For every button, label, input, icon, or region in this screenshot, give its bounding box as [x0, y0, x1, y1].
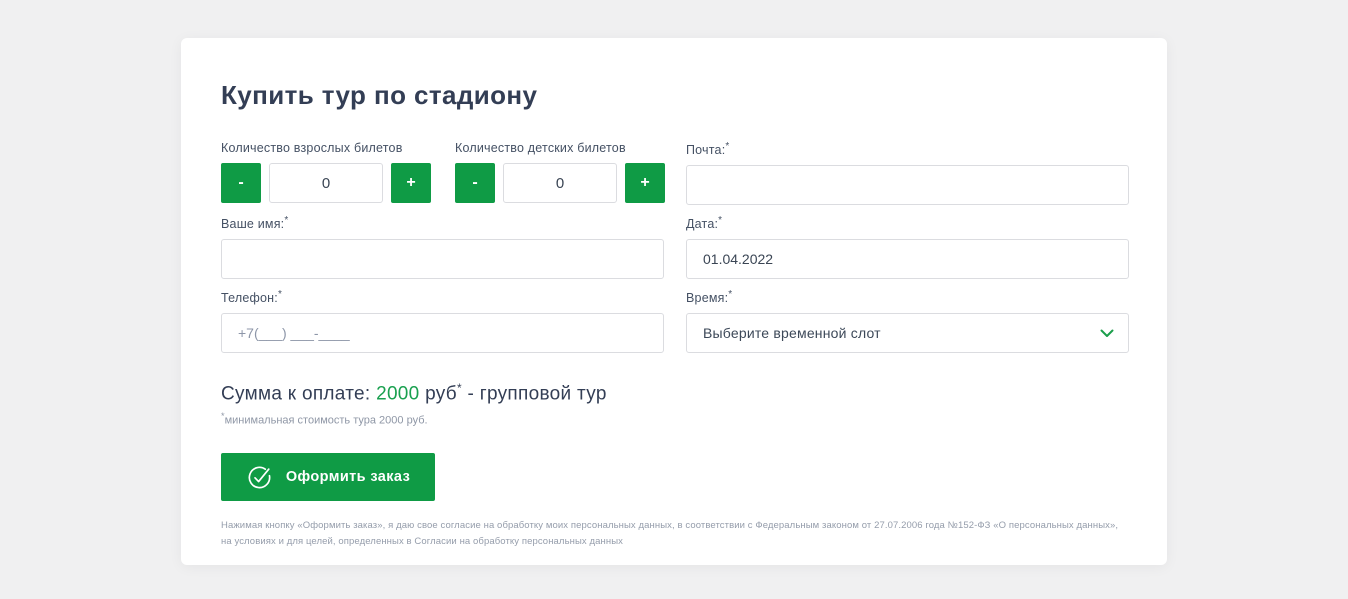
email-field-group: Почта:*: [686, 141, 1129, 205]
chevron-down-icon: [1100, 329, 1114, 338]
adult-tickets-plus-button[interactable]: +: [391, 163, 431, 203]
submit-order-label: Оформить заказ: [286, 469, 410, 485]
name-field-group: Ваше имя:*: [221, 215, 664, 279]
email-input[interactable]: [686, 165, 1129, 205]
date-input[interactable]: [686, 239, 1129, 279]
tour-purchase-card: Купить тур по стадиону Количество взросл…: [181, 38, 1167, 565]
date-field-group: Дата:*: [686, 215, 1129, 279]
adult-tickets-count-input[interactable]: [269, 163, 383, 203]
minimum-price-note: *минимальная стоимость тура 2000 руб.: [221, 411, 1127, 427]
adult-tickets-stepper: - +: [221, 163, 431, 203]
phone-field-group: Телефон:*: [221, 289, 664, 353]
time-field-group: Время:* Выберите временной слот: [686, 289, 1129, 353]
check-circle-icon: [246, 464, 273, 491]
page-title: Купить тур по стадиону: [221, 80, 1127, 111]
tour-form: Количество взрослых билетов - + Количест…: [221, 141, 1129, 353]
phone-input[interactable]: [221, 313, 664, 353]
adult-tickets-minus-button[interactable]: -: [221, 163, 261, 203]
personal-data-consent-text: Нажимая кнопку «Оформить заказ», я даю с…: [221, 518, 1127, 549]
adult-tickets-label: Количество взрослых билетов: [221, 141, 431, 155]
phone-label: Телефон:*: [221, 289, 664, 305]
child-tickets-group: Количество детских билетов - +: [455, 141, 665, 205]
form-row-3: Телефон:* Время:* Выберите временной сло…: [221, 289, 1129, 353]
child-tickets-count-input[interactable]: [503, 163, 617, 203]
payment-amount: 2000: [376, 384, 419, 405]
child-tickets-plus-button[interactable]: +: [625, 163, 665, 203]
submit-order-button[interactable]: Оформить заказ: [221, 453, 435, 501]
child-tickets-stepper: - +: [455, 163, 665, 203]
time-select-value: Выберите временной слот: [703, 325, 881, 341]
form-row-1: Количество взрослых билетов - + Количест…: [221, 141, 1129, 205]
name-input[interactable]: [221, 239, 664, 279]
email-label: Почта:*: [686, 141, 1129, 157]
form-row-2: Ваше имя:* Дата:*: [221, 215, 1129, 279]
name-label: Ваше имя:*: [221, 215, 664, 231]
date-label: Дата:*: [686, 215, 1129, 231]
time-label: Время:*: [686, 289, 1129, 305]
time-select[interactable]: Выберите временной слот: [686, 313, 1129, 353]
payment-summary: Сумма к оплате: 2000 руб* - групповой ту…: [221, 381, 1127, 405]
ticket-steppers: Количество взрослых билетов - + Количест…: [221, 141, 664, 205]
adult-tickets-group: Количество взрослых билетов - +: [221, 141, 431, 205]
child-tickets-label: Количество детских билетов: [455, 141, 665, 155]
child-tickets-minus-button[interactable]: -: [455, 163, 495, 203]
